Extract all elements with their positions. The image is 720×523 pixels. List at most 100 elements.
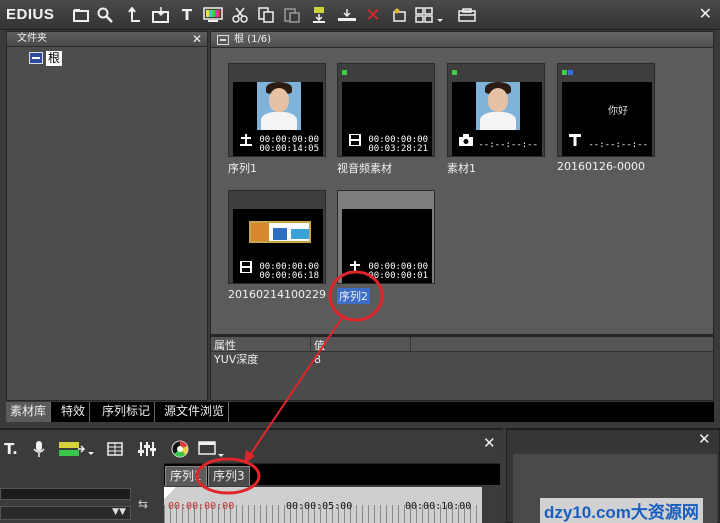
add-to-timeline-icon[interactable] bbox=[308, 4, 330, 26]
properties-icon[interactable] bbox=[388, 4, 410, 26]
clip-timecode-duration: 00:00:00:01 bbox=[368, 271, 428, 281]
clip-timecode-in: --:--:--:-- bbox=[588, 140, 648, 150]
clip-thumbnail[interactable]: 00:00:00:00 00:00:06:18 bbox=[228, 190, 326, 284]
watermark: dzy10.com大资源网 bbox=[540, 498, 703, 523]
clip-name: 20160126-0000 bbox=[557, 160, 645, 173]
clip-timecode-duration: 00:03:28:21 bbox=[368, 144, 428, 154]
mode-icon[interactable] bbox=[58, 439, 98, 459]
clip-timecode-in: --:--:--:-- bbox=[478, 140, 538, 150]
ruler-timecode: 00:00:10:00 bbox=[405, 501, 472, 512]
window-icon[interactable] bbox=[197, 439, 227, 459]
clip-timecode-duration: 00:00:14:05 bbox=[259, 144, 319, 154]
clip-preview: 00:00:00:00 00:00:06:18 bbox=[233, 209, 323, 283]
cut-icon[interactable] bbox=[229, 4, 251, 26]
close-icon[interactable]: ✕ bbox=[698, 430, 711, 448]
dropdown-arrow-icon[interactable]: ▼▼ bbox=[112, 507, 126, 517]
clip-preview: 00:00:00:00 00:00:14:05 bbox=[233, 82, 323, 156]
camera-icon bbox=[459, 131, 473, 150]
sequence-icon bbox=[349, 258, 361, 277]
swap-icon[interactable]: ⇆ bbox=[138, 497, 148, 511]
clip-preview: 00:00:00:00 00:00:00:01 bbox=[342, 209, 432, 283]
clip-name: 序列1 bbox=[228, 162, 257, 175]
tab-effects[interactable]: 特效 bbox=[57, 402, 91, 422]
track-header: ▼▼ bbox=[0, 506, 131, 520]
folder-panel-header: 文件夹 ✕ bbox=[7, 32, 207, 47]
clip-preview: 00:00:00:00 00:03:28:21 bbox=[342, 82, 432, 156]
delete-icon[interactable]: ✕ bbox=[362, 4, 384, 26]
folder-icon bbox=[29, 52, 43, 64]
video-clip-icon bbox=[349, 131, 361, 150]
tab-sequence-markers[interactable]: 序列标记 bbox=[98, 402, 156, 422]
properties-header: 属性 值 bbox=[211, 337, 713, 352]
close-icon[interactable]: ✕ bbox=[699, 4, 712, 23]
folder-panel: 文件夹 ✕ 根 bbox=[6, 31, 208, 401]
clip-name: 素材1 bbox=[447, 162, 476, 175]
title-overlay-text: 你好 bbox=[608, 106, 628, 117]
video-clip-icon bbox=[240, 258, 252, 277]
property-name: YUV深度 bbox=[214, 353, 259, 366]
properties-panel: 属性 值 YUV深度 8 bbox=[210, 335, 714, 401]
tree-root-item[interactable]: 根 bbox=[29, 50, 63, 66]
clip-thumbnail[interactable]: 你好 --:--:--:-- bbox=[557, 63, 655, 157]
track-icon[interactable]: T. bbox=[0, 439, 22, 459]
folder-panel-title: 文件夹 bbox=[17, 33, 47, 44]
bin-icon[interactable] bbox=[456, 4, 478, 26]
status-dot bbox=[568, 70, 573, 75]
tab-sequence-1[interactable]: 序列1 bbox=[165, 466, 207, 486]
clip-thumbnail[interactable]: 00:00:00:00 00:03:28:21 bbox=[337, 63, 435, 157]
copy-icon[interactable] bbox=[255, 4, 277, 26]
tree-root-label: 根 bbox=[46, 50, 63, 66]
library-tabs: 素材库 特效 序列标记 源文件浏览 bbox=[6, 402, 714, 422]
playhead-icon[interactable] bbox=[164, 487, 178, 501]
clip-name: 20160214100229 bbox=[228, 288, 326, 301]
color-icon[interactable] bbox=[170, 439, 190, 459]
open-folder-icon[interactable] bbox=[70, 4, 92, 26]
clip-preview: --:--:--:-- bbox=[452, 82, 542, 156]
search-icon[interactable] bbox=[94, 4, 116, 26]
grid-icon[interactable] bbox=[106, 439, 124, 459]
title-clip-icon bbox=[569, 131, 581, 150]
sequence-icon bbox=[240, 131, 252, 150]
up-icon[interactable] bbox=[124, 4, 146, 26]
timeline-ruler[interactable]: 00:00:00:00 00:00:05:00 00:00:10:00 bbox=[164, 487, 482, 523]
person-image bbox=[476, 82, 520, 130]
mixer-icon[interactable] bbox=[136, 439, 158, 459]
tab-bin[interactable]: 素材库 bbox=[6, 402, 52, 422]
view-icon[interactable] bbox=[414, 4, 446, 26]
property-value: 8 bbox=[314, 353, 321, 366]
tab-sequence-3[interactable]: 序列3 bbox=[208, 466, 250, 486]
clip-thumbnail[interactable]: --:--:--:-- bbox=[447, 63, 545, 157]
clip-name-selected[interactable]: 序列2 bbox=[337, 288, 370, 304]
insert-icon[interactable] bbox=[336, 4, 358, 26]
clip-preview: 你好 --:--:--:-- bbox=[562, 82, 652, 156]
color-bar-icon[interactable] bbox=[202, 4, 224, 26]
video-frame-image bbox=[249, 221, 311, 243]
tab-source-browser[interactable]: 源文件浏览 bbox=[160, 402, 230, 422]
property-row: YUV深度 8 bbox=[211, 352, 713, 368]
clip-name: 视音频素材 bbox=[337, 162, 392, 175]
sequence-tabs: 序列1 序列3 bbox=[164, 463, 500, 486]
close-icon[interactable]: ✕ bbox=[483, 434, 496, 452]
status-dot bbox=[452, 70, 457, 75]
clip-thumbnail[interactable]: 00:00:00:00 00:00:14:05 bbox=[228, 63, 326, 157]
main-toolbar: EDIUS T ✕ ✕ bbox=[0, 0, 720, 30]
clip-thumbnail[interactable]: 00:00:00:00 00:00:00:01 bbox=[337, 190, 435, 284]
track-header bbox=[0, 488, 131, 500]
import-icon[interactable] bbox=[150, 4, 172, 26]
title-icon[interactable]: T bbox=[176, 4, 198, 26]
clip-timecode-duration: 00:00:06:18 bbox=[259, 271, 319, 281]
person-image bbox=[257, 82, 301, 130]
mic-icon[interactable] bbox=[30, 439, 48, 459]
paste-icon[interactable] bbox=[281, 4, 303, 26]
app-title: EDIUS bbox=[6, 6, 55, 23]
ruler-timecode: 00:00:05:00 bbox=[286, 501, 353, 512]
status-dot bbox=[562, 70, 567, 75]
bin-header: 根 (1/6) bbox=[211, 32, 713, 48]
close-icon[interactable]: ✕ bbox=[192, 32, 202, 46]
value-column-header: 值 bbox=[311, 337, 411, 352]
ruler-timecode: 00:00:00:00 bbox=[168, 501, 235, 512]
bin-header-label: 根 (1/6) bbox=[234, 34, 272, 45]
property-column-header: 属性 bbox=[211, 337, 311, 352]
bin-panel: 根 (1/6) 00:00:00:00 00:00:14:05 序列1 00:0… bbox=[210, 31, 714, 335]
status-dot bbox=[342, 70, 347, 75]
